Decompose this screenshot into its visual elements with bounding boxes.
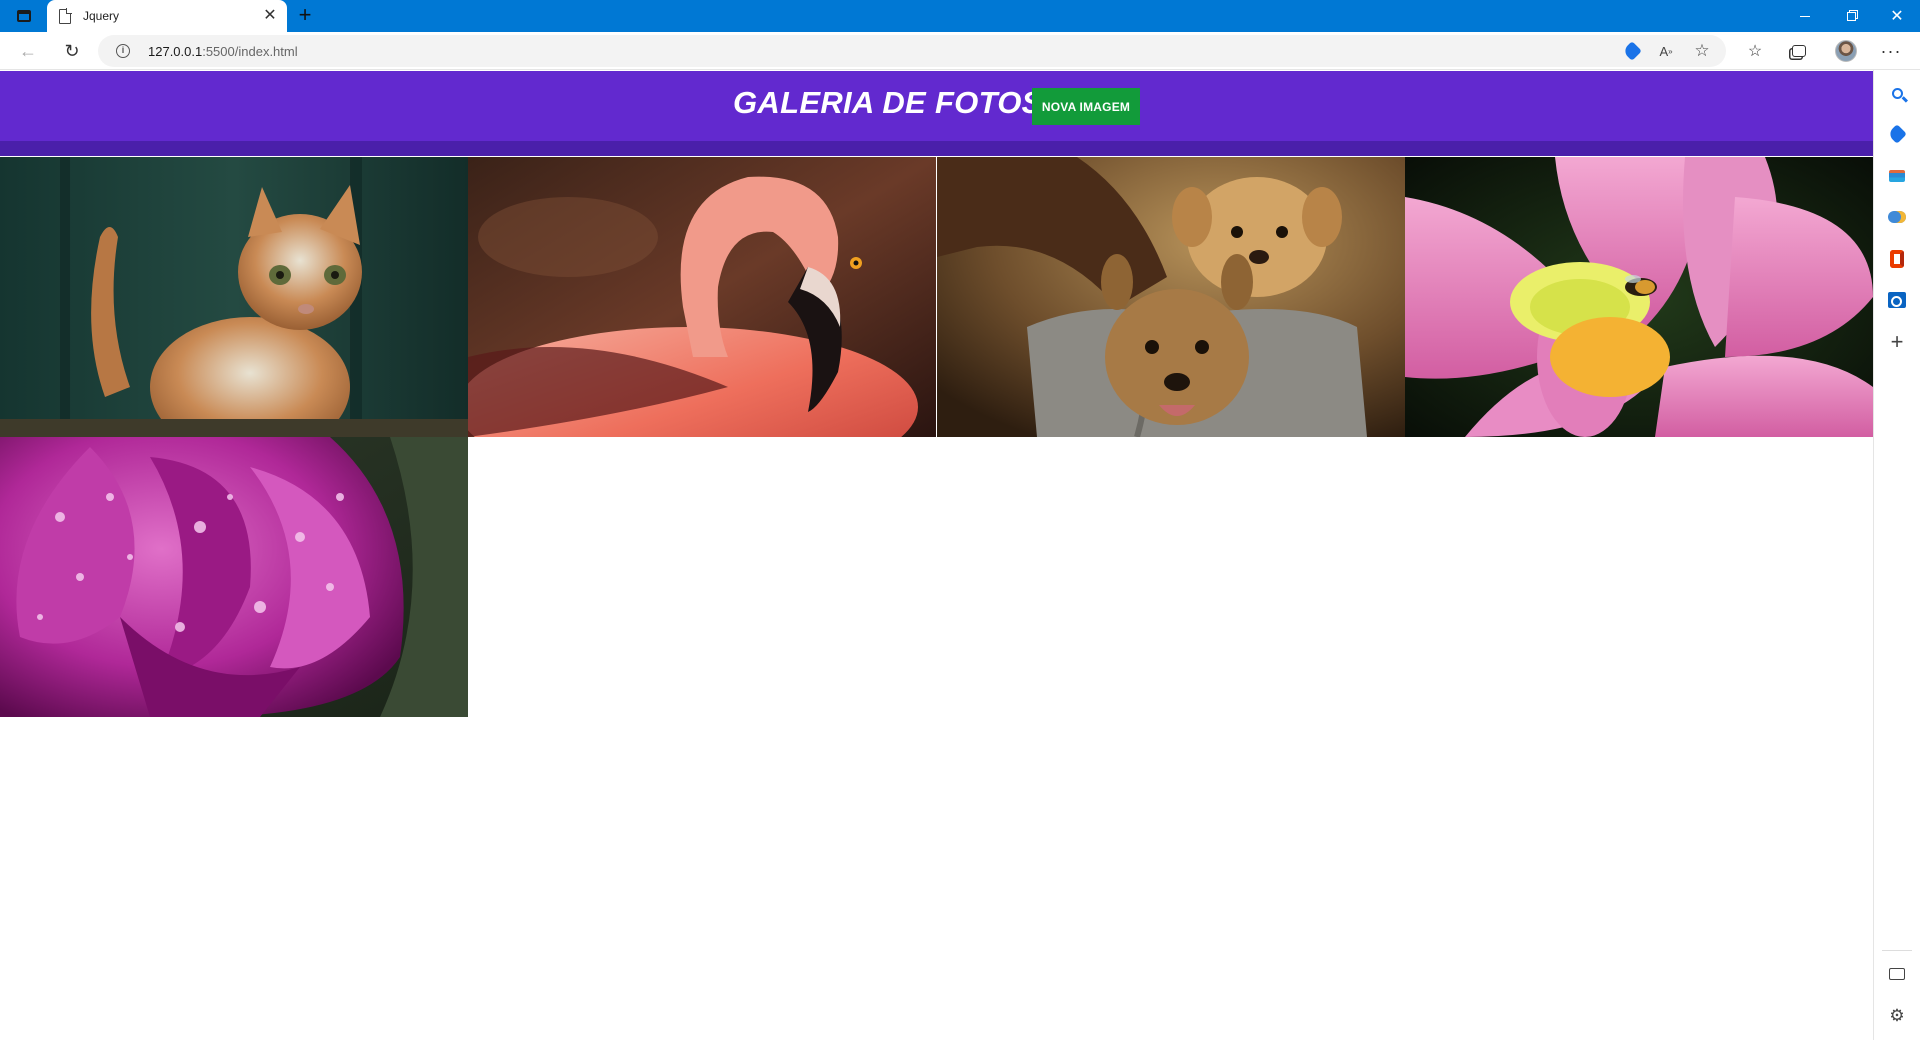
add-icon[interactable]: + bbox=[1886, 329, 1908, 354]
gallery-image-tulip[interactable] bbox=[0, 437, 468, 717]
new-image-button[interactable]: NOVA IMAGEM bbox=[1032, 88, 1140, 125]
tab-title: Jquery bbox=[83, 9, 120, 23]
back-icon[interactable]: ← bbox=[14, 37, 42, 65]
window-icon[interactable] bbox=[12, 6, 36, 26]
close-icon[interactable]: ✕ bbox=[259, 5, 281, 27]
more-icon[interactable]: ··· bbox=[1877, 37, 1905, 65]
reload-icon[interactable]: ↻ bbox=[58, 37, 86, 65]
tools-icon[interactable] bbox=[1886, 165, 1908, 187]
window-close-button[interactable]: ✕ bbox=[1874, 0, 1920, 32]
gallery-image-cat[interactable] bbox=[0, 157, 468, 437]
page-viewport: GALERIA DE FOTOS NOVA IMAGEM bbox=[0, 71, 1873, 1040]
sidebar-divider bbox=[1882, 950, 1912, 951]
url-host: 127.0.0.1 bbox=[148, 44, 203, 59]
read-aloud-icon[interactable]: A» bbox=[1656, 41, 1676, 61]
restore-button[interactable] bbox=[1828, 0, 1874, 32]
page-icon bbox=[59, 8, 72, 24]
browser-sidebar: + ⚙ bbox=[1873, 70, 1920, 1040]
settings-icon[interactable]: ⚙ bbox=[1886, 1005, 1908, 1027]
plus-icon[interactable]: + bbox=[293, 4, 317, 28]
outlook-icon[interactable] bbox=[1886, 289, 1908, 311]
shopping-tag-icon[interactable] bbox=[1622, 41, 1642, 61]
browser-titlebar: Jquery ✕ + ✕ bbox=[0, 0, 1920, 32]
shopping-icon[interactable] bbox=[1886, 123, 1908, 145]
gallery-image-puppies[interactable] bbox=[937, 157, 1405, 437]
favorites-icon[interactable]: ☆ bbox=[1741, 37, 1769, 65]
gallery-image-lotus[interactable] bbox=[1405, 157, 1873, 437]
minimize-button[interactable] bbox=[1782, 0, 1828, 32]
office-icon[interactable] bbox=[1886, 248, 1908, 270]
favorite-star-icon[interactable]: ☆ bbox=[1692, 41, 1712, 61]
page-title: GALERIA DE FOTOS bbox=[733, 85, 1043, 120]
url-text[interactable]: 127.0.0.1:5500/index.html bbox=[148, 44, 298, 59]
gallery-image-flamingo[interactable] bbox=[468, 157, 936, 437]
browser-toolbar: ← ↻ i 127.0.0.1:5500/index.html A» ☆ bbox=[0, 32, 1920, 70]
games-icon[interactable] bbox=[1886, 206, 1908, 228]
header-stripe bbox=[0, 141, 1873, 156]
profile-avatar[interactable] bbox=[1832, 37, 1860, 65]
info-icon[interactable]: i bbox=[116, 44, 130, 58]
hide-sidebar-icon[interactable] bbox=[1886, 963, 1908, 985]
collections-icon[interactable] bbox=[1785, 37, 1813, 65]
address-bar[interactable]: i 127.0.0.1:5500/index.html A» ☆ bbox=[98, 35, 1726, 67]
site-header: GALERIA DE FOTOS NOVA IMAGEM bbox=[0, 71, 1873, 141]
browser-tab[interactable]: Jquery ✕ bbox=[47, 0, 287, 32]
url-path: :5500/index.html bbox=[202, 44, 298, 59]
search-icon[interactable] bbox=[1886, 82, 1908, 104]
